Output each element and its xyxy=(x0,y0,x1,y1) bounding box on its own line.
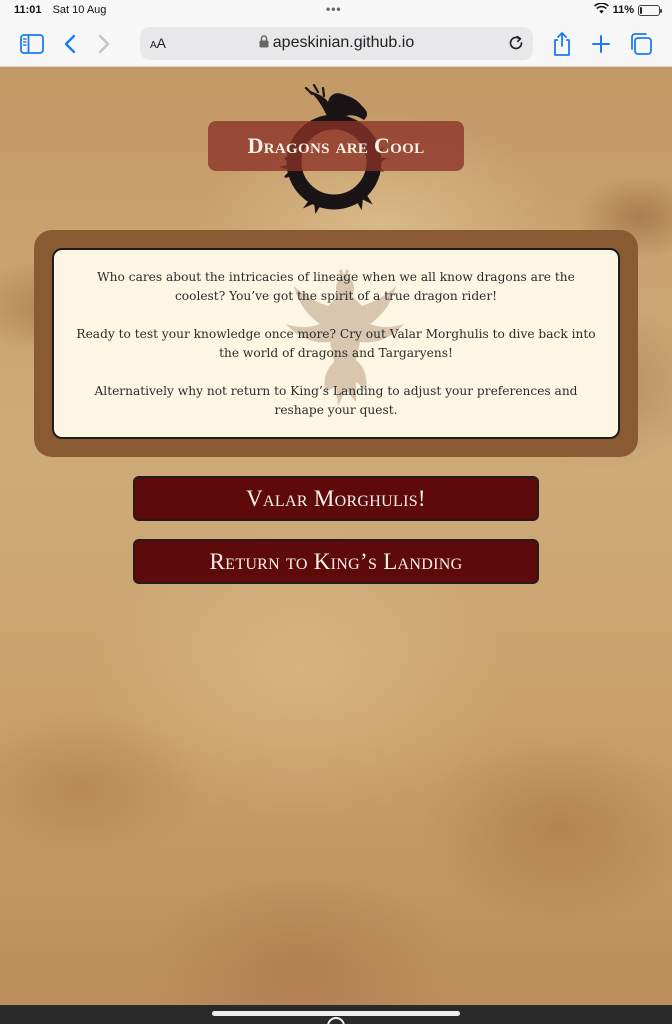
tabs-overview-icon[interactable] xyxy=(627,30,655,58)
share-icon[interactable] xyxy=(548,30,576,58)
lock-icon xyxy=(259,35,269,53)
home-bar xyxy=(0,1005,672,1024)
status-indicators: 11% xyxy=(593,2,662,17)
page-title: Dragons are Cool xyxy=(247,133,425,158)
status-bar: 11:01 Sat 10 Aug ••• 11% xyxy=(0,0,672,22)
return-to-kings-landing-button[interactable]: Return to King’s Landing xyxy=(133,539,539,584)
url-text: apeskinian.github.io xyxy=(272,34,415,51)
sidebar-icon[interactable] xyxy=(18,30,46,58)
battery-level xyxy=(640,6,642,14)
battery-icon xyxy=(638,4,662,16)
wifi-icon xyxy=(593,2,609,17)
forward-icon[interactable] xyxy=(90,30,118,58)
status-date: Sat 10 Aug xyxy=(52,4,107,16)
home-circle-icon xyxy=(327,1017,345,1024)
message-paragraph-1: Who cares about the intricacies of linea… xyxy=(97,270,575,303)
title-banner: Dragons are Cool xyxy=(208,121,464,171)
new-tab-icon[interactable] xyxy=(587,30,615,58)
message-paragraph-2: Ready to test your knowledge once more? … xyxy=(76,327,596,360)
browser-toolbar: AA apeskinian.github.io xyxy=(0,22,672,67)
multitasking-dots-icon[interactable]: ••• xyxy=(326,2,342,16)
message-paragraph-3: Alternatively why not return to King’s L… xyxy=(94,384,578,417)
url-display: apeskinian.github.io xyxy=(140,34,533,53)
valar-morghulis-button[interactable]: Valar Morghulis! xyxy=(133,476,539,521)
back-icon[interactable] xyxy=(56,30,84,58)
reload-icon[interactable] xyxy=(507,34,525,57)
status-time: 11:01 xyxy=(14,4,42,16)
message-card-frame: Who cares about the intricacies of linea… xyxy=(34,230,638,457)
home-indicator[interactable] xyxy=(212,1011,460,1016)
status-clock: 11:01 Sat 10 Aug xyxy=(14,4,114,16)
message-card: Who cares about the intricacies of linea… xyxy=(52,248,620,439)
battery-percent: 11% xyxy=(612,4,634,16)
message-text: Who cares about the intricacies of linea… xyxy=(54,250,618,420)
address-bar[interactable]: AA apeskinian.github.io xyxy=(140,27,533,60)
page-content: Dragons are Cool Who cares about the int… xyxy=(0,67,672,1005)
